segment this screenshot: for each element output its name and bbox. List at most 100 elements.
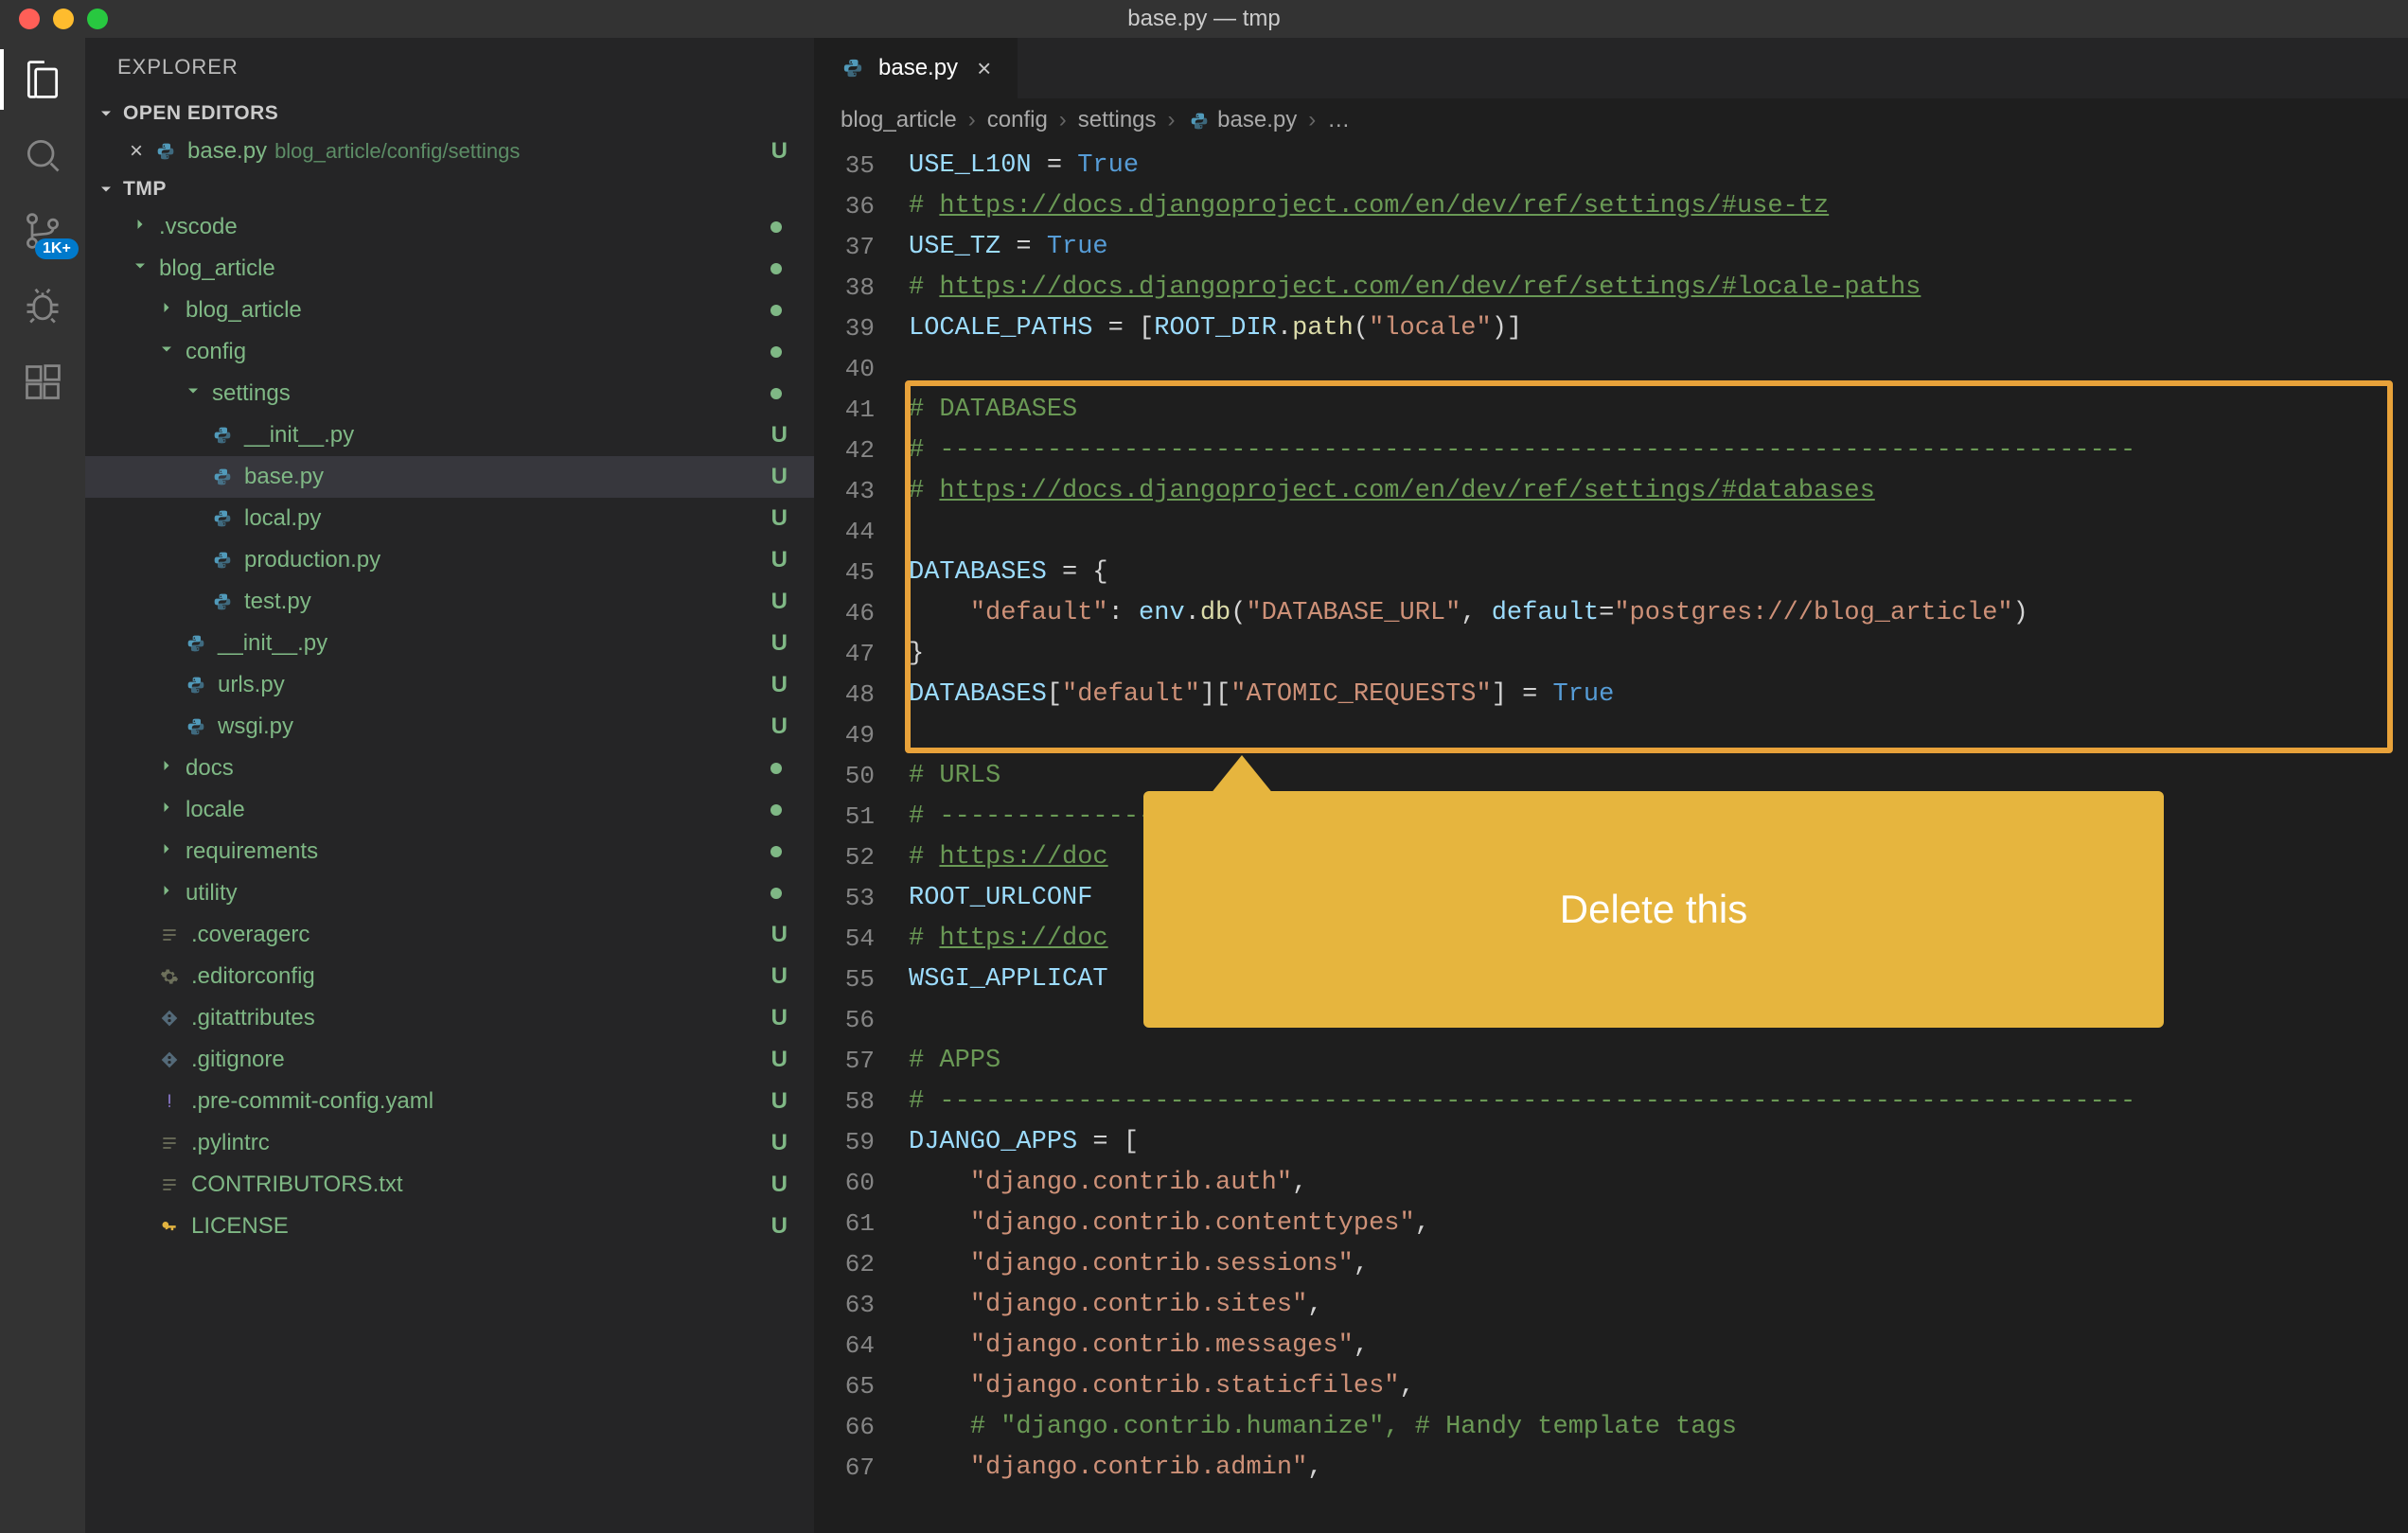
code-line[interactable]: LOCALE_PATHS = [ROOT_DIR.path("locale")] bbox=[909, 308, 2408, 349]
line-number: 65 bbox=[814, 1366, 909, 1407]
chevron-right-icon: › bbox=[1308, 107, 1316, 133]
file-item[interactable]: __init__.pyU bbox=[85, 623, 814, 664]
code-line[interactable]: USE_L10N = True bbox=[909, 146, 2408, 186]
file-tree: .vscodeblog_articleblog_articleconfigset… bbox=[85, 206, 814, 1533]
folder-item[interactable]: settings bbox=[85, 373, 814, 414]
folder-item[interactable]: utility bbox=[85, 872, 814, 914]
close-editor-icon[interactable]: × bbox=[123, 138, 150, 165]
file-item[interactable]: local.pyU bbox=[85, 498, 814, 539]
close-tab-icon[interactable]: × bbox=[977, 54, 991, 83]
code-line[interactable]: # APPS bbox=[909, 1041, 2408, 1082]
code-content[interactable]: Delete this USE_L10N = True# https://doc… bbox=[909, 142, 2408, 1533]
file-item[interactable]: test.pyU bbox=[85, 581, 814, 623]
file-item[interactable]: __init__.pyU bbox=[85, 414, 814, 456]
git-status: U bbox=[771, 547, 788, 573]
code-line[interactable]: # "django.contrib.humanize", # Handy tem… bbox=[909, 1407, 2408, 1448]
folder-item[interactable]: blog_article bbox=[85, 248, 814, 290]
item-name: blog_article bbox=[186, 297, 302, 324]
git-status: U bbox=[771, 922, 788, 948]
item-name: base.py bbox=[244, 464, 324, 490]
folder-item[interactable]: config bbox=[85, 331, 814, 373]
workspace-header[interactable]: TMP bbox=[85, 172, 814, 206]
chevron-right-icon bbox=[157, 297, 176, 324]
code-line[interactable]: # --------------------------------------… bbox=[909, 1082, 2408, 1122]
line-number: 60 bbox=[814, 1163, 909, 1204]
window-minimize-button[interactable] bbox=[53, 9, 74, 29]
code-line[interactable]: # https://docs.djangoproject.com/en/dev/… bbox=[909, 186, 2408, 227]
chevron-right-icon bbox=[157, 797, 176, 823]
code-line[interactable]: "default": env.db("DATABASE_URL", defaul… bbox=[909, 593, 2408, 634]
code-line[interactable]: "django.contrib.admin", bbox=[909, 1448, 2408, 1489]
code-line[interactable]: "django.contrib.messages", bbox=[909, 1326, 2408, 1366]
file-item[interactable]: .gitattributesU bbox=[85, 997, 814, 1039]
folder-item[interactable]: .vscode bbox=[85, 206, 814, 248]
window-close-button[interactable] bbox=[19, 9, 40, 29]
search-icon[interactable] bbox=[20, 132, 65, 178]
folder-item[interactable]: blog_article bbox=[85, 290, 814, 331]
window-maximize-button[interactable] bbox=[87, 9, 108, 29]
file-item[interactable]: .pre-commit-config.yamlU bbox=[85, 1081, 814, 1122]
item-name: docs bbox=[186, 755, 234, 782]
code-line[interactable] bbox=[909, 349, 2408, 390]
file-item[interactable]: wsgi.pyU bbox=[85, 706, 814, 748]
line-number: 39 bbox=[814, 308, 909, 349]
chevron-right-icon: › bbox=[1059, 107, 1067, 133]
code-line[interactable]: "django.contrib.sessions", bbox=[909, 1244, 2408, 1285]
breadcrumb-item[interactable]: … bbox=[1327, 107, 1350, 133]
breadcrumb-item[interactable]: base.py bbox=[1187, 107, 1298, 133]
code-line[interactable]: "django.contrib.contenttypes", bbox=[909, 1204, 2408, 1244]
file-item[interactable]: base.pyU bbox=[85, 456, 814, 498]
chevron-right-icon: › bbox=[1168, 107, 1176, 133]
line-number: 35 bbox=[814, 146, 909, 186]
line-number: 41 bbox=[814, 390, 909, 431]
open-editor-path: blog_article/config/settings bbox=[274, 139, 520, 164]
code-line[interactable]: "django.contrib.auth", bbox=[909, 1163, 2408, 1204]
code-line[interactable]: DJANGO_APPS = [ bbox=[909, 1122, 2408, 1163]
open-editors-header[interactable]: OPEN EDITORS bbox=[85, 97, 814, 131]
code-line[interactable]: "django.contrib.staticfiles", bbox=[909, 1366, 2408, 1407]
code-line[interactable]: # https://docs.djangoproject.com/en/dev/… bbox=[909, 471, 2408, 512]
file-item[interactable]: .pylintrcU bbox=[85, 1122, 814, 1164]
titlebar[interactable]: base.py — tmp bbox=[0, 0, 2408, 38]
git-status-dot bbox=[770, 305, 782, 316]
file-item[interactable]: LICENSEU bbox=[85, 1206, 814, 1247]
line-number: 56 bbox=[814, 1000, 909, 1041]
git-status: U bbox=[771, 1047, 788, 1073]
breadcrumb-item[interactable]: config bbox=[987, 107, 1048, 133]
breadcrumb-item[interactable]: blog_article bbox=[841, 107, 957, 133]
breadcrumb-item[interactable]: settings bbox=[1078, 107, 1157, 133]
tab-base-py[interactable]: base.py × bbox=[814, 38, 1018, 98]
open-editor-item[interactable]: × base.py blog_article/config/settings U bbox=[85, 131, 814, 172]
git-status-dot bbox=[770, 888, 782, 899]
code-line[interactable] bbox=[909, 512, 2408, 553]
folder-item[interactable]: docs bbox=[85, 748, 814, 789]
git-status: U bbox=[771, 1172, 788, 1198]
code-line[interactable]: # https://docs.djangoproject.com/en/dev/… bbox=[909, 268, 2408, 308]
debug-icon[interactable] bbox=[20, 284, 65, 329]
file-item[interactable]: production.pyU bbox=[85, 539, 814, 581]
code-line[interactable]: # DATABASES bbox=[909, 390, 2408, 431]
chevron-down-icon bbox=[157, 339, 176, 365]
code-line[interactable]: DATABASES = { bbox=[909, 553, 2408, 593]
file-item[interactable]: .gitignoreU bbox=[85, 1039, 814, 1081]
folder-item[interactable]: locale bbox=[85, 789, 814, 831]
item-name: .pylintrc bbox=[191, 1130, 270, 1156]
file-item[interactable]: .coveragercU bbox=[85, 914, 814, 956]
explorer-icon[interactable] bbox=[20, 57, 65, 102]
code-line[interactable]: DATABASES["default"]["ATOMIC_REQUESTS"] … bbox=[909, 675, 2408, 715]
extensions-icon[interactable] bbox=[20, 360, 65, 405]
item-name: urls.py bbox=[218, 672, 285, 698]
folder-item[interactable]: requirements bbox=[85, 831, 814, 872]
code-line[interactable]: "django.contrib.sites", bbox=[909, 1285, 2408, 1326]
code-line[interactable] bbox=[909, 715, 2408, 756]
source-control-icon[interactable]: 1K+ bbox=[20, 208, 65, 254]
code-line[interactable]: USE_TZ = True bbox=[909, 227, 2408, 268]
line-number: 67 bbox=[814, 1448, 909, 1489]
code-editor[interactable]: 3536373839404142434445464748495051525354… bbox=[814, 142, 2408, 1533]
file-item[interactable]: CONTRIBUTORS.txtU bbox=[85, 1164, 814, 1206]
breadcrumbs[interactable]: blog_article›config›settings› base.py›… bbox=[814, 98, 2408, 142]
code-line[interactable]: # --------------------------------------… bbox=[909, 431, 2408, 471]
file-item[interactable]: urls.pyU bbox=[85, 664, 814, 706]
file-item[interactable]: .editorconfigU bbox=[85, 956, 814, 997]
code-line[interactable]: } bbox=[909, 634, 2408, 675]
